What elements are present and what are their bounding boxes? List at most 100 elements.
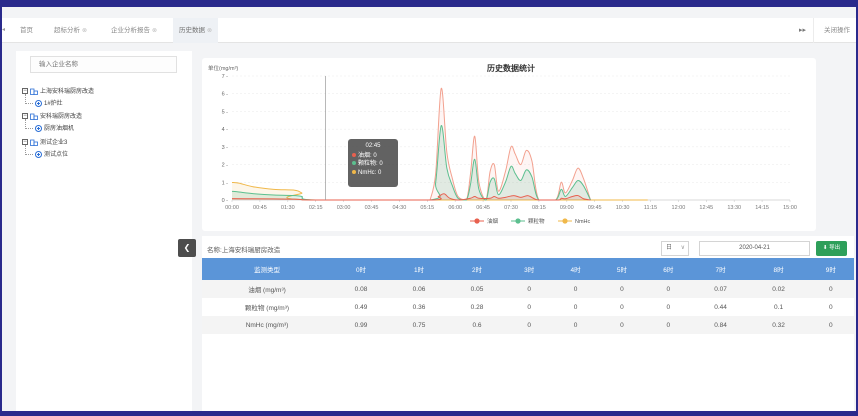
x-tick-label: 07:30 <box>504 205 518 211</box>
table-cell: 0.07 <box>691 280 750 298</box>
tab-bar: ◂ 首页 超标分析 ⊗ 企业分析报告 ⊗ 历史数据 ⊗ ▸▸ 关闭操作 <box>2 18 856 43</box>
tooltip-row: 油烟: 0 <box>352 152 394 161</box>
x-tick-label: 04:30 <box>393 205 407 211</box>
y-tick-label: 1 - <box>222 180 229 186</box>
table-cell: 0 <box>598 298 646 316</box>
x-tick-label: 06:00 <box>448 205 462 211</box>
chevron-down-icon: ∨ <box>680 245 685 251</box>
y-tick-label: 2 - <box>222 163 229 169</box>
close-icon[interactable]: ⊗ <box>82 28 87 34</box>
tooltip-row: NmHc: 0 <box>352 169 394 178</box>
column-header[interactable]: 4时 <box>552 258 599 280</box>
tree-connector <box>25 145 33 155</box>
table-cell: 0 <box>598 280 646 298</box>
collapse-sidebar-button[interactable]: ❮ <box>178 239 196 257</box>
table-cell: 0 <box>645 280 692 298</box>
y-axis-label: 单位(mg/m³) <box>208 64 238 72</box>
data-table-panel: 名称:上海安科瑞厨房改造 日 ∨ 2020-04-21 ⬇ 导出 监测类型 0时 … <box>202 236 854 411</box>
y-tick-label: 4 - <box>222 127 229 133</box>
history-chart[interactable]: 历史数据统计 单位(mg/m³) 0 - 1 - 2 - 3 - 4 - 5 - 6 - 7 - 0… <box>202 58 816 231</box>
tree-item-point[interactable]: 厨房油烟机 <box>35 123 74 135</box>
tree-item-point[interactable]: 测试点位 <box>35 149 68 161</box>
table-cell: 0.06 <box>390 280 448 298</box>
export-button[interactable]: ⬇ 导出 <box>816 241 847 256</box>
point-icon <box>35 99 42 107</box>
table-row: NmHc (mg/m³) 0.99 0.75 0.6 0 0 0 0 0.84 … <box>202 316 854 334</box>
x-tick-label: 13:30 <box>727 205 741 211</box>
sidebar: −上海安科瑞厨房改造 1#炉灶 −安科瑞厨房改造 厨房油烟机 −测试企业3 测试… <box>16 51 192 411</box>
period-select[interactable]: 日 ∨ <box>661 241 689 256</box>
legend-label: 颗粒物 <box>528 217 545 225</box>
tree-item-label: 测试企业3 <box>40 140 68 146</box>
legend-marker <box>515 218 521 224</box>
data-table: 监测类型 0时 1时 2时 3时 4时 5时 6时 7时 8时 9时 油烟 (m… <box>202 258 854 334</box>
tree-item-label: 上海安科瑞厨房改造 <box>40 89 95 95</box>
tree-item-label: 1#炉灶 <box>44 101 63 107</box>
table-cell: 0.05 <box>448 280 506 298</box>
table-cell: 0 <box>645 316 692 334</box>
history-chart-panel: 历史数据统计 单位(mg/m³) 0 - 1 - 2 - 3 - 4 - 5 - 6 - 7 - 0… <box>202 58 816 231</box>
table-cell: 0 <box>807 280 854 298</box>
table-cell: 0.28 <box>448 298 506 316</box>
tab-exceed-analysis[interactable]: 超标分析 ⊗ <box>48 18 93 43</box>
search-input[interactable] <box>30 56 177 73</box>
tooltip-row: 颗粒物: 0 <box>352 160 394 169</box>
date-input[interactable]: 2020-04-21 <box>699 241 810 256</box>
y-tick-label: 0 - <box>222 198 229 204</box>
column-header[interactable]: 3时 <box>506 258 553 280</box>
series-particulate-line <box>231 125 591 201</box>
table-row: 颗粒物 (mg/m³) 0.49 0.36 0.28 0 0 0 0 0.44 … <box>202 298 854 316</box>
column-header[interactable]: 6时 <box>645 258 692 280</box>
table-cell: 0.49 <box>332 298 390 316</box>
table-cell: 0.08 <box>332 280 390 298</box>
table-title: 名称:上海安科瑞厨房改造 <box>207 247 281 254</box>
column-header[interactable]: 7时 <box>691 258 750 280</box>
table-cell: 0.02 <box>749 280 808 298</box>
x-tick-label: 01:30 <box>281 205 295 211</box>
tab-enterprise-report[interactable]: 企业分析报告 ⊗ <box>105 18 163 43</box>
x-tick-label: 12:00 <box>672 205 686 211</box>
tab-history-data[interactable]: 历史数据 ⊗ <box>173 18 219 43</box>
table-cell: 0 <box>645 298 692 316</box>
table-cell: 0.75 <box>390 316 448 334</box>
x-tick-label: 03:45 <box>365 205 379 211</box>
table-cell: 0 <box>506 280 553 298</box>
table-cell: 0 <box>552 316 599 334</box>
table-cell: 0.99 <box>332 316 390 334</box>
double-chevron-right-icon[interactable]: ▸▸ <box>799 18 806 43</box>
close-icon[interactable]: ⊗ <box>207 28 212 34</box>
table-cell: 0.44 <box>691 298 750 316</box>
table-cell: 0 <box>807 298 854 316</box>
column-header[interactable]: 0时 <box>332 258 390 280</box>
table-cell: 0.1 <box>749 298 808 316</box>
double-chevron-left-icon[interactable]: ◂ <box>2 18 7 43</box>
column-header[interactable]: 5时 <box>598 258 646 280</box>
tree-item-label: 测试点位 <box>44 152 69 158</box>
column-header[interactable]: 监测类型 <box>202 258 332 280</box>
column-header[interactable]: 9时 <box>807 258 854 280</box>
series-particulate-area <box>232 125 591 200</box>
x-tick-label: 11:15 <box>644 205 657 211</box>
app-frame: ◂ 首页 超标分析⊗ 企业分析报告⊗ 历史数据⊗ ▸▸ 关闭操作 −上海安科瑞厨… <box>0 0 858 416</box>
table-cell: 油烟 (mg/m³) <box>202 280 332 298</box>
x-tick-label: 03:00 <box>337 205 351 211</box>
column-header[interactable]: 8时 <box>749 258 808 280</box>
table-cell: 0.32 <box>749 316 808 334</box>
table-cell: 0 <box>552 280 599 298</box>
x-tick-label: 00:45 <box>253 205 267 211</box>
point-icon <box>35 124 42 132</box>
close-operations-button[interactable]: 关闭操作 <box>824 18 850 43</box>
table-cell: 0.36 <box>390 298 448 316</box>
tab-home[interactable]: 首页 <box>14 18 39 43</box>
tree-item-point[interactable]: 1#炉灶 <box>35 98 63 110</box>
column-header[interactable]: 2时 <box>448 258 506 280</box>
legend-marker <box>562 218 568 224</box>
tree-connector <box>25 119 33 129</box>
x-tick-label: 05:15 <box>420 205 434 211</box>
x-tick-label: 06:45 <box>476 205 490 211</box>
table-cell: 0 <box>506 316 553 334</box>
column-header[interactable]: 1时 <box>390 258 448 280</box>
table-cell: 0 <box>506 298 553 316</box>
tree-item-label: 厨房油烟机 <box>44 126 75 132</box>
close-icon[interactable]: ⊗ <box>152 28 157 34</box>
